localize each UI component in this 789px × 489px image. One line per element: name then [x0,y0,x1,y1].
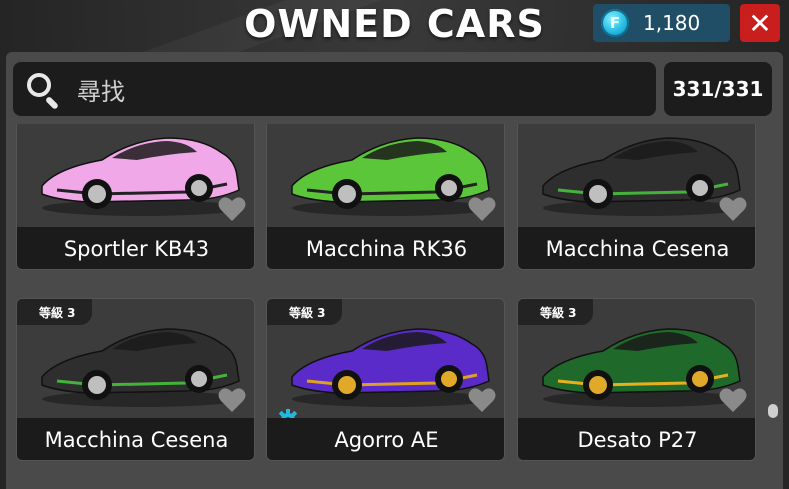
car-grid[interactable]: Sportler KB43 Macchina RK36 Macchina Ces… [12,124,764,489]
favorite-heart-icon[interactable] [218,196,246,222]
search-placeholder: 尋找 [77,77,125,106]
currency-value: 1,180 [643,11,701,35]
car-card[interactable]: Macchina Cesena [517,124,756,270]
car-count: 331/331 [664,62,772,116]
car-card[interactable]: 等級 3 Agorro AE [266,298,505,461]
car-name: Macchina Cesena [518,227,755,269]
coin-icon: F [601,9,629,37]
currency-display[interactable]: F 1,180 [593,4,730,42]
close-button[interactable]: ✕ [740,4,780,42]
car-name: Sportler KB43 [17,227,254,269]
car-card[interactable]: 等級 3 Macchina Cesena [16,298,255,461]
scrollbar-thumb[interactable] [768,404,778,418]
level-badge: 等級 3 [267,299,342,325]
favorite-heart-icon[interactable] [719,196,747,222]
level-badge: 等級 3 [17,299,92,325]
car-card[interactable]: Sportler KB43 [16,124,255,270]
favorite-heart-icon[interactable] [468,387,496,413]
car-name: Desato P27 [518,418,755,460]
car-card[interactable]: 等級 3 Desato P27 [517,298,756,461]
search-input[interactable]: 尋找 [13,62,656,116]
owned-cars-screen: OWNED CARS F 1,180 ✕ 尋找 331/331 Sportler… [0,0,789,489]
favorite-heart-icon[interactable] [468,196,496,222]
car-name: Agorro AE [267,418,504,460]
car-name: Macchina Cesena [17,418,254,460]
level-badge: 等級 3 [518,299,593,325]
car-card[interactable]: Macchina RK36 [266,124,505,270]
car-name: Macchina RK36 [267,227,504,269]
favorite-heart-icon[interactable] [218,387,246,413]
search-icon [23,69,63,111]
favorite-heart-icon[interactable] [719,387,747,413]
close-icon: ✕ [748,6,772,40]
